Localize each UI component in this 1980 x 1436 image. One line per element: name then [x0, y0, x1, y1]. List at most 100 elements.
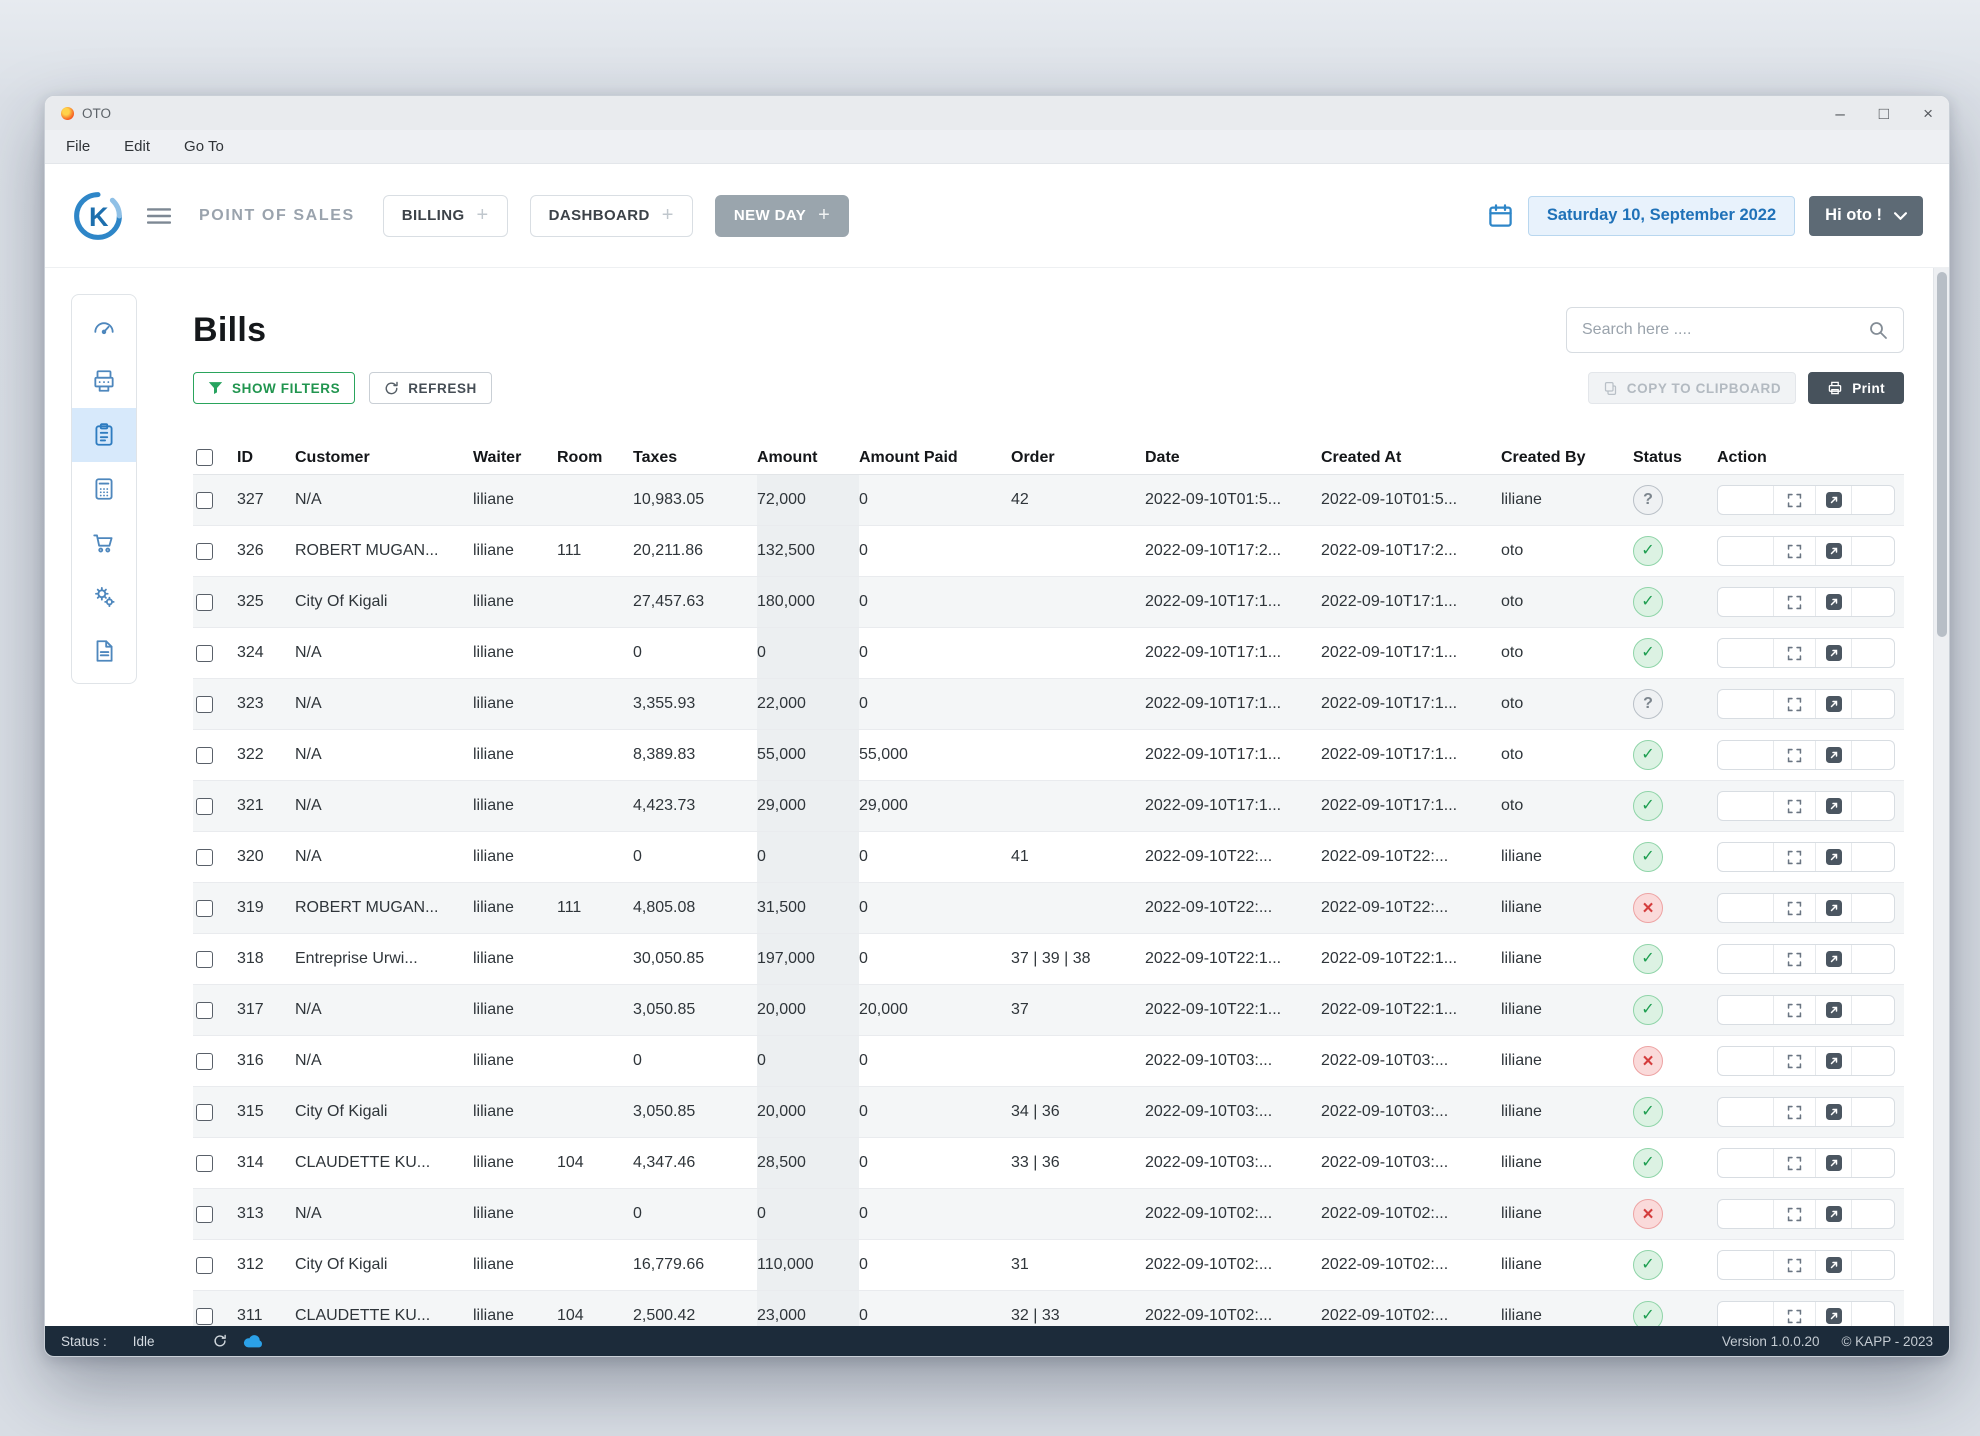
action-blank-button[interactable] [1718, 1251, 1774, 1279]
search-input[interactable] [1582, 321, 1868, 339]
action-blank-button[interactable] [1718, 792, 1774, 820]
action-blank-button[interactable] [1718, 741, 1774, 769]
row-checkbox[interactable] [196, 1257, 213, 1274]
action-more-button[interactable] [1852, 1149, 1894, 1177]
copy-to-clipboard-button[interactable]: COPY TO CLIPBOARD [1588, 372, 1796, 404]
action-blank-button[interactable] [1718, 894, 1774, 922]
column-header-action[interactable]: Action [1717, 449, 1904, 467]
row-checkbox[interactable] [196, 951, 213, 968]
row-checkbox[interactable] [196, 1155, 213, 1172]
action-blank-button[interactable] [1718, 1302, 1774, 1326]
column-header-amount-paid[interactable]: Amount Paid [859, 449, 1011, 467]
action-export-button[interactable] [1816, 537, 1852, 565]
menu-file[interactable]: File [49, 130, 107, 163]
close-button[interactable]: × [1923, 105, 1933, 122]
current-date-chip[interactable]: Saturday 10, September 2022 [1528, 196, 1795, 236]
action-export-button[interactable] [1816, 792, 1852, 820]
column-header-customer[interactable]: Customer [295, 449, 473, 467]
hamburger-menu-icon[interactable] [147, 207, 171, 225]
action-export-button[interactable] [1816, 639, 1852, 667]
row-checkbox[interactable] [196, 645, 213, 662]
column-header-amount[interactable]: Amount [757, 449, 859, 467]
action-expand-button[interactable] [1774, 690, 1816, 718]
action-more-button[interactable] [1852, 996, 1894, 1024]
action-expand-button[interactable] [1774, 945, 1816, 973]
column-header-created-by[interactable]: Created By [1501, 449, 1633, 467]
column-header-created-at[interactable]: Created At [1321, 449, 1501, 467]
action-export-button[interactable] [1816, 1200, 1852, 1228]
row-checkbox[interactable] [196, 1002, 213, 1019]
action-export-button[interactable] [1816, 486, 1852, 514]
action-blank-button[interactable] [1718, 486, 1774, 514]
row-checkbox[interactable] [196, 492, 213, 509]
row-checkbox[interactable] [196, 1206, 213, 1223]
user-menu-button[interactable]: Hi oto ! [1809, 196, 1923, 236]
action-blank-button[interactable] [1718, 945, 1774, 973]
action-more-button[interactable] [1852, 537, 1894, 565]
column-header-taxes[interactable]: Taxes [633, 449, 757, 467]
action-more-button[interactable] [1852, 1302, 1894, 1326]
action-more-button[interactable] [1852, 843, 1894, 871]
action-more-button[interactable] [1852, 588, 1894, 616]
action-more-button[interactable] [1852, 1098, 1894, 1126]
action-expand-button[interactable] [1774, 486, 1816, 514]
action-export-button[interactable] [1816, 1047, 1852, 1075]
sync-icon[interactable] [213, 1334, 227, 1348]
action-more-button[interactable] [1852, 792, 1894, 820]
action-export-button[interactable] [1816, 690, 1852, 718]
action-export-button[interactable] [1816, 741, 1852, 769]
cloud-icon[interactable] [243, 1335, 263, 1348]
action-more-button[interactable] [1852, 639, 1894, 667]
sidebar-item-bills[interactable] [72, 408, 136, 462]
action-blank-button[interactable] [1718, 843, 1774, 871]
action-export-button[interactable] [1816, 945, 1852, 973]
sidebar-item-reports[interactable] [72, 624, 136, 678]
action-export-button[interactable] [1816, 588, 1852, 616]
scrollbar-thumb[interactable] [1937, 272, 1947, 637]
row-checkbox[interactable] [196, 900, 213, 917]
row-checkbox[interactable] [196, 1053, 213, 1070]
action-expand-button[interactable] [1774, 1302, 1816, 1326]
sidebar-item-orders[interactable] [72, 516, 136, 570]
action-more-button[interactable] [1852, 1251, 1894, 1279]
action-expand-button[interactable] [1774, 537, 1816, 565]
action-expand-button[interactable] [1774, 792, 1816, 820]
row-checkbox[interactable] [196, 798, 213, 815]
action-export-button[interactable] [1816, 843, 1852, 871]
sidebar-item-pos-terminal[interactable] [72, 354, 136, 408]
action-blank-button[interactable] [1718, 996, 1774, 1024]
action-export-button[interactable] [1816, 894, 1852, 922]
action-expand-button[interactable] [1774, 1047, 1816, 1075]
action-blank-button[interactable] [1718, 588, 1774, 616]
column-header-status[interactable]: Status [1633, 449, 1717, 467]
select-all-checkbox[interactable] [196, 449, 213, 466]
row-checkbox[interactable] [196, 849, 213, 866]
action-more-button[interactable] [1852, 486, 1894, 514]
action-expand-button[interactable] [1774, 588, 1816, 616]
action-more-button[interactable] [1852, 894, 1894, 922]
action-more-button[interactable] [1852, 945, 1894, 973]
action-more-button[interactable] [1852, 1047, 1894, 1075]
action-export-button[interactable] [1816, 1302, 1852, 1326]
action-expand-button[interactable] [1774, 1251, 1816, 1279]
action-blank-button[interactable] [1718, 690, 1774, 718]
scrollbar-track[interactable] [1933, 268, 1949, 1326]
row-checkbox[interactable] [196, 1104, 213, 1121]
refresh-button[interactable]: REFRESH [369, 372, 492, 404]
action-more-button[interactable] [1852, 741, 1894, 769]
action-expand-button[interactable] [1774, 1200, 1816, 1228]
print-button[interactable]: Print [1808, 372, 1904, 404]
action-blank-button[interactable] [1718, 537, 1774, 565]
row-checkbox[interactable] [196, 594, 213, 611]
sidebar-item-dashboard[interactable] [72, 300, 136, 354]
column-header-order[interactable]: Order [1011, 449, 1145, 467]
action-blank-button[interactable] [1718, 639, 1774, 667]
action-blank-button[interactable] [1718, 1047, 1774, 1075]
column-header-id[interactable]: ID [237, 449, 295, 467]
row-checkbox[interactable] [196, 747, 213, 764]
column-header-date[interactable]: Date [1145, 449, 1321, 467]
row-checkbox[interactable] [196, 1308, 213, 1325]
action-blank-button[interactable] [1718, 1200, 1774, 1228]
billing-button[interactable]: BILLING + [383, 195, 508, 237]
action-expand-button[interactable] [1774, 1149, 1816, 1177]
